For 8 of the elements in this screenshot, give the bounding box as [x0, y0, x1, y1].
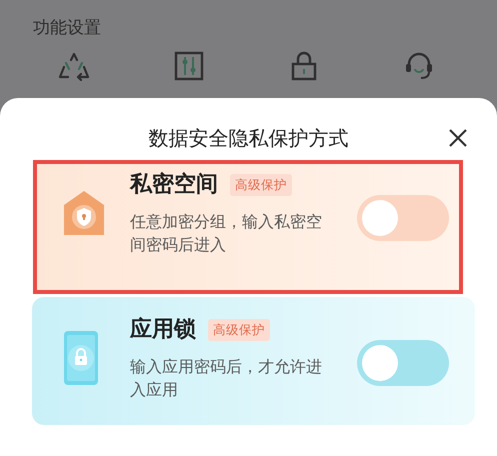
option-title: 应用锁 — [130, 316, 196, 344]
sheet-title: 数据安全隐私保护方式 — [148, 126, 348, 150]
section-title: 功能设置 — [33, 18, 101, 38]
option-title: 私密空间 — [130, 170, 218, 199]
protection-badge: 高级保护 — [230, 174, 292, 196]
option-description: 输入应用密码后，才允许进入应用 — [130, 356, 323, 401]
option-description: 任意加密分组，输入私密空间密码后进入 — [130, 211, 323, 256]
protection-badge: 高级保护 — [208, 319, 270, 341]
